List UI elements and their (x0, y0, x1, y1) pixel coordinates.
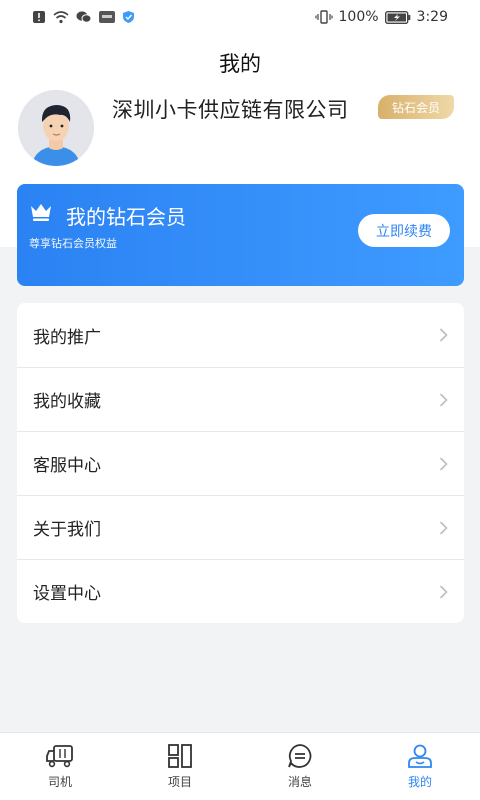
battery-percent: 100% (338, 9, 379, 25)
chevron-right-icon (439, 328, 448, 342)
chevron-right-icon (439, 393, 448, 407)
truck-icon (46, 745, 73, 768)
member-card-title: 我的钻石会员 (66, 205, 186, 229)
status-bar: 100% 3:29 (0, 0, 480, 34)
user-icon (408, 744, 432, 768)
message-icon (288, 744, 312, 768)
status-left-icons (32, 10, 135, 24)
alert-icon (33, 11, 45, 23)
tab-label: 司机 (47, 775, 72, 789)
menu-item-label: 我的推广 (33, 327, 101, 348)
menu-item-label: 我的收藏 (33, 392, 101, 412)
tab-messages[interactable]: 消息 (240, 733, 360, 800)
wifi-icon (53, 10, 69, 23)
wechat-icon (76, 11, 92, 23)
menu-item-promotion[interactable]: 我的推广 (17, 303, 464, 367)
diamond-member-badge: 钻石会员 (378, 95, 454, 119)
status-right: 100% 3:29 (314, 9, 448, 25)
grid-icon (168, 744, 192, 768)
menu-list: 我的推广 我的收藏 客服中心 关于我们 设置中心 (17, 303, 464, 623)
chevron-right-icon (439, 521, 448, 535)
shield-icon (123, 11, 134, 23)
company-name: 深圳小卡供应链有限公司 (112, 98, 349, 122)
tab-projects[interactable]: 项目 (120, 733, 240, 800)
chevron-right-icon (439, 585, 448, 599)
menu-item-label: 设置中心 (33, 584, 101, 604)
menu-item-label: 关于我们 (33, 520, 101, 540)
tab-driver[interactable]: 司机 (0, 733, 120, 800)
menu-item-customer-service[interactable]: 客服中心 (17, 431, 464, 495)
tab-label: 项目 (167, 775, 192, 789)
tab-mine[interactable]: 我的 (360, 733, 480, 800)
avatar[interactable] (18, 90, 94, 166)
crown-icon (31, 204, 51, 221)
menu-item-label: 客服中心 (33, 456, 101, 476)
vibrate-icon (314, 10, 333, 24)
avatar-illustration (18, 90, 94, 166)
clock: 3:29 (416, 9, 448, 25)
chevron-right-icon (439, 457, 448, 471)
renew-button[interactable]: 立即续费 (358, 214, 450, 247)
app-notification-icon (99, 11, 115, 23)
member-card-subtitle: 尊享钻石会员权益 (29, 237, 117, 250)
tab-label: 我的 (407, 775, 432, 789)
menu-item-settings[interactable]: 设置中心 (17, 559, 464, 623)
menu-item-favorites[interactable]: 我的收藏 (17, 367, 464, 431)
member-card[interactable]: 我的钻石会员 尊享钻石会员权益 立即续费 (17, 184, 464, 286)
menu-item-about-us[interactable]: 关于我们 (17, 495, 464, 559)
tab-label: 消息 (287, 775, 312, 789)
page-title: 我的 (219, 52, 261, 76)
bottom-tab-bar: 司机 项目 消息 我的 (0, 732, 480, 800)
battery-icon (384, 10, 410, 24)
